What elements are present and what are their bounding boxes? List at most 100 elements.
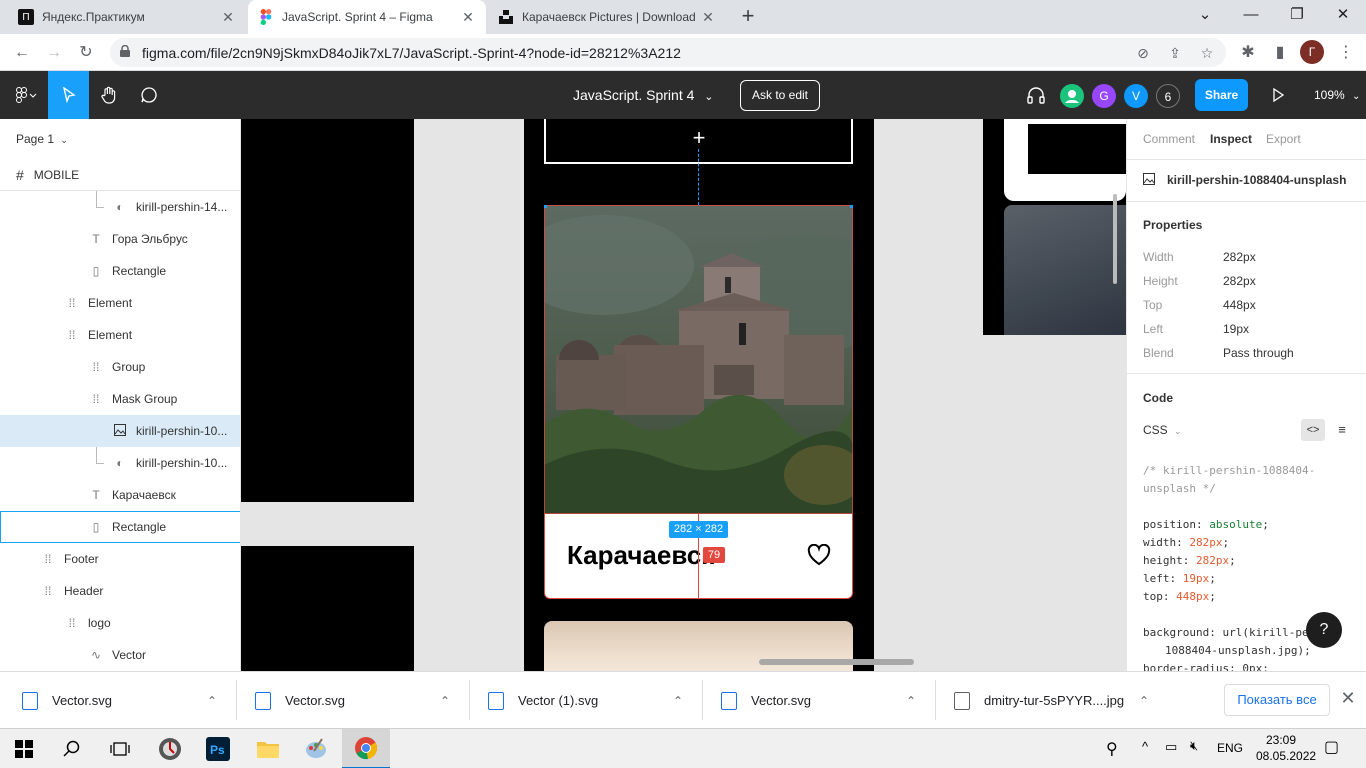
collaborator-avatar[interactable]	[1060, 84, 1084, 108]
document-title[interactable]: JavaScript. Sprint 4 ⌄	[573, 87, 714, 103]
layer-item-selected[interactable]: kirill-pershin-10...	[0, 415, 240, 447]
notifications-icon[interactable]: ▢	[1324, 737, 1339, 757]
file-explorer-icon[interactable]	[244, 729, 292, 768]
more-menu-icon[interactable]: ⋮	[1334, 41, 1358, 65]
reload-icon[interactable]: ↻	[74, 41, 98, 65]
tab-unsplash[interactable]: Карачаевск Pictures | Download ✕	[488, 0, 726, 34]
eye-off-icon[interactable]: ⊘	[1134, 44, 1152, 62]
task-view-icon[interactable]	[96, 729, 144, 768]
chevron-up-icon[interactable]: ⌃	[435, 694, 455, 708]
forward-icon[interactable]: →	[42, 41, 66, 65]
download-item[interactable]: dmitry-tur-5sPYYR....jpg ⌃	[954, 672, 1154, 729]
move-tool-icon[interactable]	[48, 71, 89, 119]
divider	[469, 680, 470, 720]
download-item[interactable]: Vector.svg ⌃	[255, 672, 455, 729]
layer-label: Карачаевск	[112, 488, 176, 502]
horizontal-scrollbar[interactable]	[759, 659, 914, 665]
language-indicator[interactable]: ENG	[1217, 741, 1243, 755]
collaborator-avatar-v[interactable]: V	[1124, 84, 1148, 108]
divider	[1127, 373, 1366, 374]
design-canvas[interactable]: + Карачаевск 282 × 282 79	[241, 119, 1126, 671]
close-downloads-icon[interactable]: ✕	[1338, 688, 1358, 708]
profile-avatar[interactable]: Г	[1300, 40, 1324, 64]
maximize-button[interactable]: ❐	[1274, 0, 1320, 30]
help-button[interactable]: ?	[1306, 612, 1342, 648]
present-play-icon[interactable]	[1258, 71, 1298, 119]
ask-to-edit-button[interactable]: Ask to edit	[740, 80, 820, 111]
layer-item[interactable]: ⁞⁞ Group	[0, 351, 240, 383]
new-tab-button[interactable]: +	[736, 5, 760, 29]
frame-mobile[interactable]: # MOBILE	[16, 167, 79, 183]
minimize-button[interactable]: —	[1228, 0, 1274, 30]
figma-menu-icon[interactable]	[4, 71, 48, 119]
share-page-icon[interactable]: ⇪	[1166, 44, 1184, 62]
address-bar[interactable]: figma.com/file/2cn9N9jSkmxD84oJik7xL7/Ja…	[110, 38, 1226, 67]
tab-practicum[interactable]: П Яндекс.Практикум ✕	[8, 0, 246, 34]
layer-item[interactable]: ⁞⁞ Footer	[0, 543, 240, 575]
download-item[interactable]: Vector.svg ⌃	[721, 672, 921, 729]
extensions-icon[interactable]: ✱	[1236, 41, 1260, 65]
windows-start-icon[interactable]	[0, 729, 48, 768]
code-language-select[interactable]: CSS ⌄	[1143, 423, 1182, 437]
chevron-up-icon[interactable]: ⌃	[668, 694, 688, 708]
layer-item[interactable]: ∿ Vector	[0, 639, 240, 671]
clock-time[interactable]: 23:09	[1266, 733, 1296, 747]
heart-like-icon[interactable]	[807, 543, 831, 566]
layer-item[interactable]: T Гора Эльбрус	[0, 223, 240, 255]
close-tab-icon[interactable]: ✕	[460, 9, 476, 26]
close-tab-icon[interactable]: ✕	[220, 9, 236, 26]
volume-mute-icon[interactable]: 🔇︎	[1190, 738, 1198, 754]
search-icon[interactable]	[48, 729, 96, 768]
comment-tool-icon[interactable]	[129, 71, 169, 119]
zoom-level[interactable]: 109% ⌄	[1314, 88, 1360, 102]
list-view-icon[interactable]: ≡	[1331, 419, 1353, 441]
tab-export[interactable]: Export	[1266, 132, 1301, 146]
collaborator-avatar-g[interactable]: G	[1092, 84, 1116, 108]
chevron-down-icon: ⌄	[704, 91, 714, 103]
vertical-scrollbar[interactable]	[1113, 194, 1117, 284]
tab-search-icon[interactable]: ⌄	[1182, 0, 1228, 30]
layer-item[interactable]: ▯ Rectangle	[0, 255, 240, 287]
people-icon[interactable]: ⚲	[1106, 739, 1118, 759]
layer-item[interactable]: ◐ kirill-pershin-10...	[0, 447, 240, 479]
layer-item[interactable]: T Карачаевск	[0, 479, 240, 511]
layer-item[interactable]: ⁞⁞ logo	[0, 607, 240, 639]
hand-tool-icon[interactable]	[89, 71, 129, 119]
photoshop-icon[interactable]: Ps	[194, 729, 242, 768]
close-window-button[interactable]: ✕	[1320, 0, 1366, 30]
close-tab-icon[interactable]: ✕	[700, 9, 716, 26]
audio-headphones-icon[interactable]	[1016, 71, 1056, 119]
paint-icon[interactable]	[292, 729, 340, 768]
battery-icon[interactable]: ▭	[1165, 739, 1177, 755]
page-selector[interactable]: Page 1 ⌄	[16, 132, 68, 146]
chevron-up-icon[interactable]: ^	[1142, 739, 1148, 754]
yandex-browser-icon[interactable]	[146, 729, 194, 768]
download-item[interactable]: Vector (1).svg ⌃	[488, 672, 688, 729]
show-all-downloads-button[interactable]: Показать все	[1224, 684, 1330, 716]
svg-text:Ps: Ps	[210, 743, 225, 757]
layer-item[interactable]: ◐ kirill-pershin-14...	[0, 191, 240, 223]
layer-item[interactable]: ⁞⁞ Element	[0, 319, 240, 351]
download-item[interactable]: Vector.svg ⌃	[22, 672, 222, 729]
share-button[interactable]: Share	[1195, 79, 1248, 111]
tab-inspect[interactable]: Inspect	[1210, 132, 1252, 146]
layer-item-hovered[interactable]: ▯ Rectangle	[0, 511, 240, 543]
tab-figma[interactable]: JavaScript. Sprint 4 – Figma ✕	[248, 0, 486, 34]
layer-label: logo	[88, 616, 111, 630]
layer-item[interactable]: ⁞⁞ Element	[0, 287, 240, 319]
collaborator-count[interactable]: 6	[1156, 84, 1180, 108]
chevron-up-icon[interactable]: ⌃	[901, 694, 921, 708]
layer-item[interactable]: ⁞⁞ Mask Group	[0, 383, 240, 415]
tab-comment[interactable]: Comment	[1143, 132, 1195, 146]
back-icon[interactable]: ←	[10, 41, 34, 65]
frame-name: MOBILE	[33, 168, 80, 182]
side-panel-icon[interactable]: ▮	[1268, 41, 1292, 65]
chevron-up-icon[interactable]: ⌃	[1134, 694, 1154, 708]
code-view-icon[interactable]: <>	[1301, 419, 1325, 441]
chrome-icon[interactable]	[342, 729, 390, 768]
card-image[interactable]	[514, 202, 894, 515]
layer-item[interactable]: ⁞⁞ Header	[0, 575, 240, 607]
bookmark-star-icon[interactable]: ☆	[1198, 44, 1216, 62]
clock-date[interactable]: 08.05.2022	[1256, 749, 1316, 763]
chevron-up-icon[interactable]: ⌃	[202, 694, 222, 708]
